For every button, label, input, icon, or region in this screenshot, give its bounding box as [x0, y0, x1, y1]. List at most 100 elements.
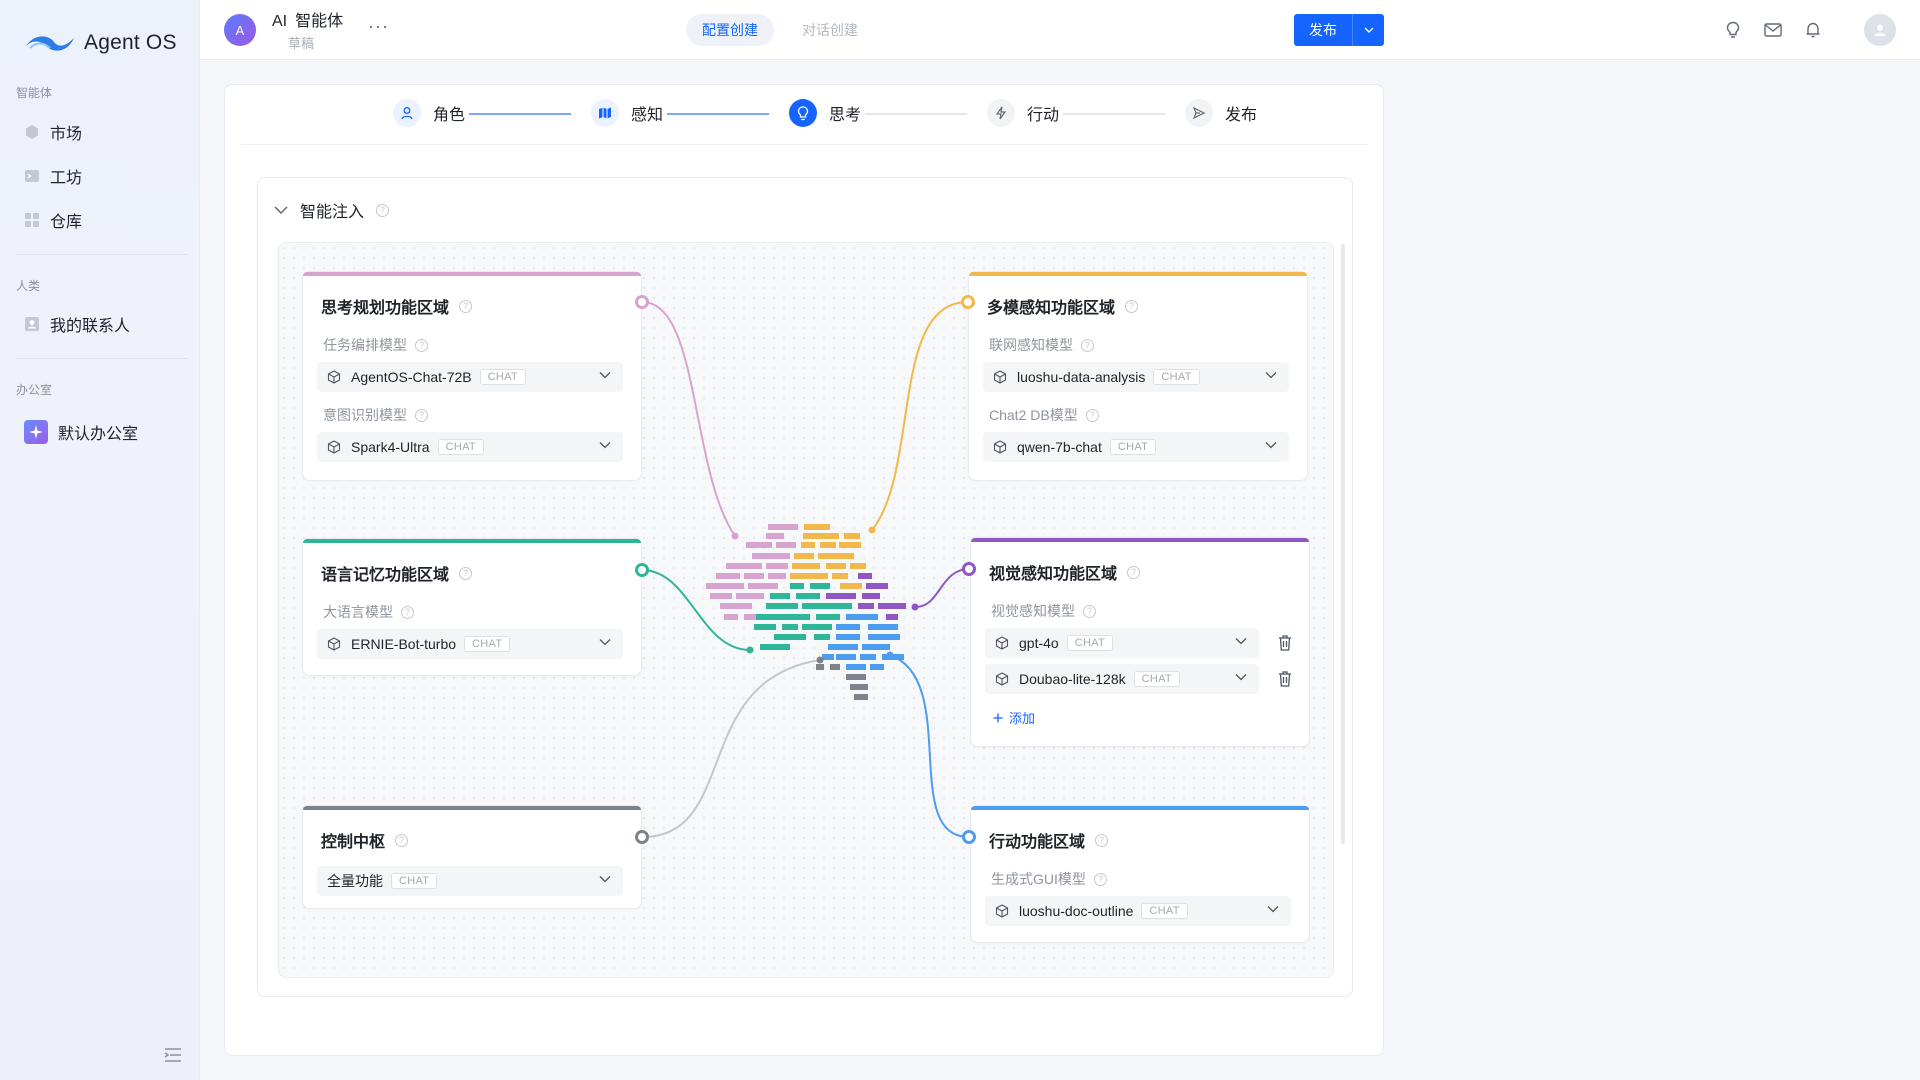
- user-avatar[interactable]: [1864, 14, 1896, 46]
- step-label: 行动: [1027, 107, 1060, 124]
- area-title-text: 多模感知功能区域: [987, 300, 1116, 317]
- send-icon: [1192, 106, 1206, 120]
- step-role[interactable]: 角色: [393, 99, 465, 127]
- help-icon[interactable]: ?: [459, 299, 473, 313]
- agent-avatar[interactable]: A: [224, 14, 256, 46]
- inject-header[interactable]: 智能注入 ?: [274, 198, 390, 222]
- trash-icon[interactable]: [1277, 670, 1293, 688]
- step-label: 发布: [1225, 107, 1258, 124]
- publish-options-button[interactable]: [1353, 27, 1384, 33]
- help-icon[interactable]: ?: [1125, 299, 1139, 313]
- sidebar-item-repository[interactable]: 仓库: [16, 202, 184, 238]
- help-icon[interactable]: ?: [1085, 408, 1099, 422]
- step-connector: [469, 113, 571, 115]
- chevron-down-icon: [1265, 442, 1277, 449]
- sidebar-item-label: 我的联系人: [50, 318, 131, 335]
- model-select[interactable]: Doubao-lite-128k CHAT: [985, 664, 1259, 694]
- port-multimodal[interactable]: [961, 295, 975, 309]
- help-icon[interactable]: ?: [1083, 604, 1096, 618]
- add-model-button[interactable]: 添加: [993, 708, 1035, 727]
- cube-icon: [993, 440, 1007, 454]
- model-select[interactable]: luoshu-data-analysis CHAT: [983, 362, 1289, 392]
- tab-chat-create[interactable]: 对话创建: [786, 14, 874, 46]
- help-icon[interactable]: ?: [459, 566, 473, 580]
- model-select[interactable]: ERNIE-Bot-turbo CHAT: [317, 629, 623, 659]
- cube-icon: [327, 637, 341, 651]
- area-title-text: 思考规划功能区域: [321, 300, 450, 317]
- area-accent: [303, 272, 641, 276]
- sidebar-item-workshop[interactable]: 工坊: [16, 158, 184, 194]
- agent-title[interactable]: AI 智能体: [272, 7, 343, 31]
- model-select[interactable]: 全量功能 CHAT: [317, 866, 623, 896]
- sidebar-divider: [16, 254, 188, 255]
- port-control[interactable]: [635, 830, 649, 844]
- area-action: 行动功能区域? 生成式GUI模型? luoshu-doc-outline CHA…: [970, 805, 1310, 943]
- canvas-scrollbar[interactable]: [1341, 244, 1345, 844]
- bolt-icon: [995, 106, 1007, 120]
- sidebar-item-contacts[interactable]: 我的联系人: [16, 306, 184, 342]
- cube-icon: [995, 904, 1009, 918]
- port-memory[interactable]: [635, 563, 649, 577]
- step-label: 感知: [631, 107, 664, 124]
- area-title-text: 行动功能区域: [989, 834, 1086, 851]
- map-icon: [599, 107, 611, 119]
- more-button[interactable]: ···: [368, 16, 389, 37]
- help-icon[interactable]: ?: [1093, 872, 1107, 886]
- port-action[interactable]: [962, 830, 976, 844]
- help-icon[interactable]: ?: [395, 833, 409, 847]
- tips-button[interactable]: [1722, 19, 1744, 41]
- area-memory: 语言记忆功能区域? 大语言模型? ERNIE-Bot-turbo CHAT: [302, 538, 642, 676]
- model-select[interactable]: qwen-7b-chat CHAT: [983, 432, 1289, 462]
- model-type-badge: CHAT: [1141, 903, 1188, 919]
- port-vision[interactable]: [962, 562, 976, 576]
- help-icon[interactable]: ?: [1081, 338, 1094, 352]
- step-perception[interactable]: 感知: [591, 99, 663, 127]
- help-icon[interactable]: ?: [376, 203, 390, 217]
- section-label-agents: 智能体: [16, 86, 53, 100]
- step-action[interactable]: 行动: [987, 99, 1059, 127]
- messages-button[interactable]: [1762, 19, 1784, 41]
- cube-icon: [995, 636, 1009, 650]
- chevron-down-icon: [1265, 372, 1277, 379]
- field-label-text: 视觉感知模型: [991, 603, 1075, 619]
- lightbulb-icon: [1726, 21, 1740, 38]
- cube-icon: [327, 370, 341, 384]
- plus-icon: [993, 713, 1003, 722]
- terminal-icon: [24, 168, 40, 184]
- help-icon[interactable]: ?: [401, 605, 414, 619]
- model-select[interactable]: luoshu-doc-outline CHAT: [985, 896, 1291, 926]
- tab-config-create[interactable]: 配置创建: [686, 14, 774, 46]
- port-planning[interactable]: [635, 295, 649, 309]
- agent-title-prefix: AI: [272, 13, 288, 30]
- field-label-text: 联网感知模型: [989, 337, 1073, 353]
- model-select[interactable]: gpt-4o CHAT: [985, 628, 1259, 658]
- step-thinking[interactable]: 思考: [789, 99, 861, 127]
- select-value: AgentOS-Chat-72B: [351, 369, 472, 385]
- publish-button[interactable]: 发布: [1294, 20, 1352, 40]
- sidebar-item-default-office[interactable]: 默认办公室: [16, 414, 184, 450]
- area-planning: 思考规划功能区域? 任务编排模型? AgentOS-Chat-72B CHAT …: [302, 271, 642, 481]
- help-icon[interactable]: ?: [1127, 565, 1141, 579]
- help-icon[interactable]: ?: [415, 338, 428, 352]
- agent-os-logo-icon: [26, 36, 74, 51]
- area-title: 语言记忆功能区域?: [321, 561, 473, 585]
- collapse-sidebar-button[interactable]: [164, 1048, 184, 1064]
- step-publish[interactable]: 发布: [1185, 99, 1257, 127]
- trash-icon[interactable]: [1277, 634, 1293, 652]
- chevron-down-icon: [1364, 27, 1373, 33]
- notifications-button[interactable]: [1802, 19, 1824, 41]
- chevron-down-icon: [1267, 906, 1279, 913]
- help-icon[interactable]: ?: [1095, 833, 1109, 847]
- model-select[interactable]: Spark4-Ultra CHAT: [317, 432, 623, 462]
- model-type-badge: CHAT: [1066, 635, 1114, 651]
- model-type-badge: CHAT: [1109, 439, 1157, 455]
- sidebar-item-market[interactable]: 市场: [16, 114, 184, 150]
- inject-title: 智能注入: [300, 204, 365, 221]
- select-value: gpt-4o: [1019, 635, 1059, 651]
- mail-icon: [1764, 23, 1782, 37]
- help-icon[interactable]: ?: [415, 408, 428, 422]
- app-logo[interactable]: Agent OS: [24, 30, 177, 56]
- sidebar-item-label: 市场: [50, 126, 83, 143]
- office-icon: [24, 420, 48, 444]
- model-select[interactable]: AgentOS-Chat-72B CHAT: [317, 362, 623, 392]
